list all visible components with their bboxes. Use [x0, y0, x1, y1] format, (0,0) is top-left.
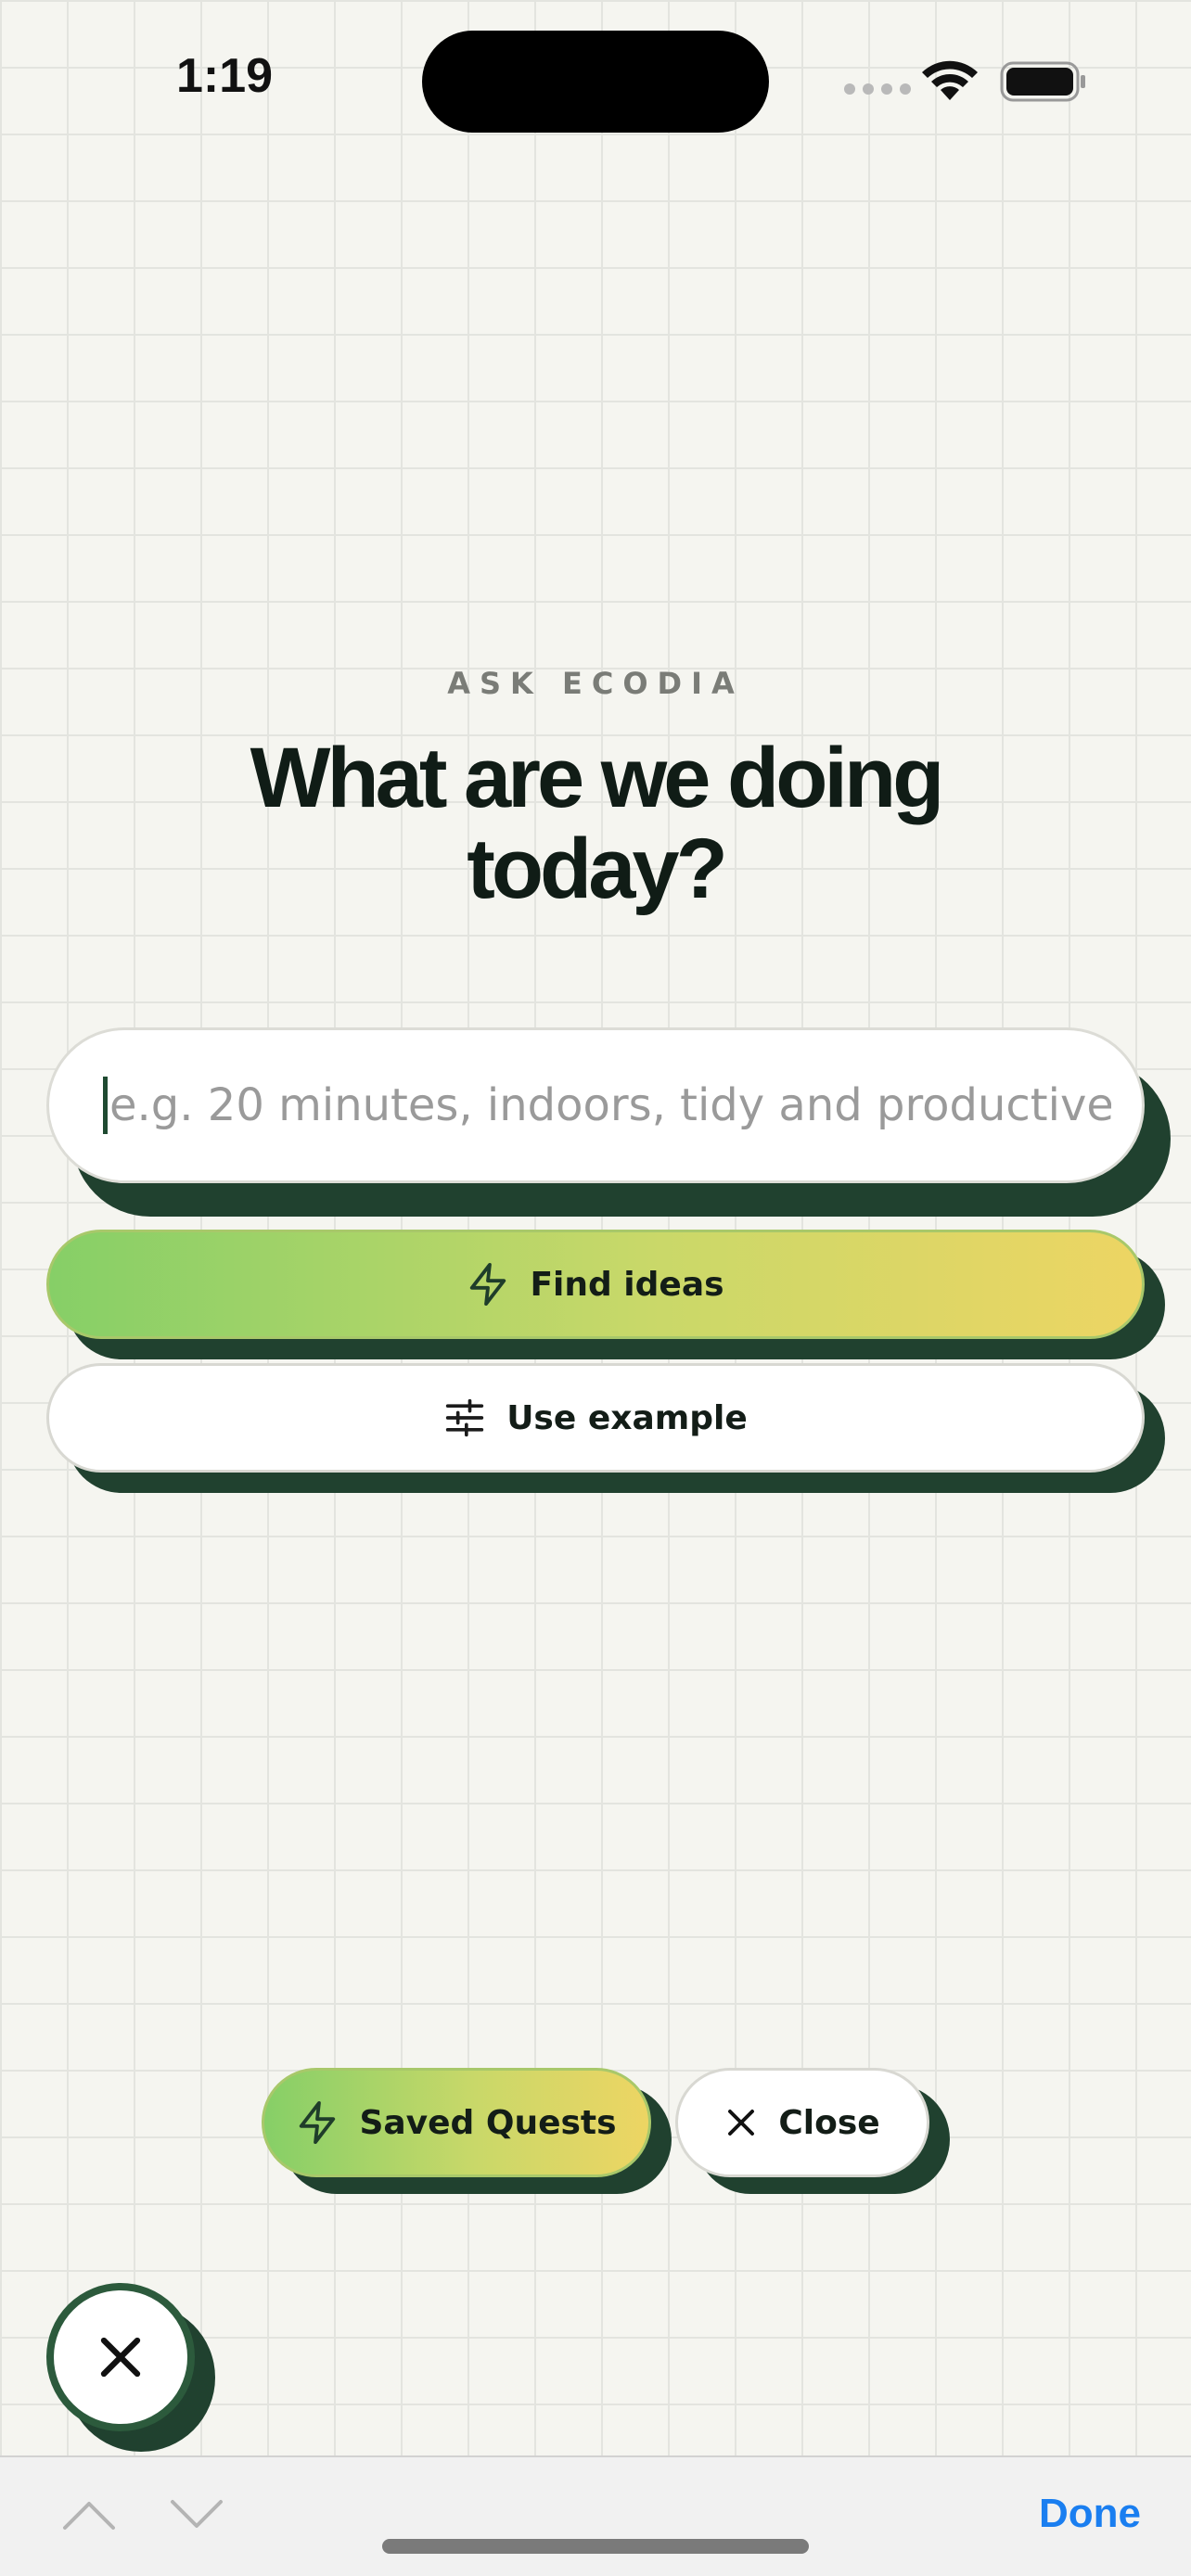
- cellular-signal-icon: [844, 83, 911, 95]
- lightning-icon: [300, 2101, 336, 2144]
- chevron-down-icon[interactable]: [169, 2498, 224, 2531]
- use-example-button[interactable]: Use example: [46, 1363, 1145, 1473]
- lightning-icon: [470, 1262, 506, 1306]
- close-label: Close: [778, 2103, 880, 2142]
- use-example-button-wrap: Use example: [46, 1363, 1165, 1493]
- chevron-up-icon[interactable]: [61, 2498, 117, 2531]
- prompt-input-container: [46, 1027, 1171, 1217]
- prompt-input-box[interactable]: [46, 1027, 1145, 1183]
- page-title: What are we doing today?: [250, 731, 945, 916]
- saved-quests-button-wrap: Saved Quests: [262, 2068, 672, 2194]
- battery-icon: [1000, 61, 1085, 102]
- floating-close-wrap: [46, 2283, 215, 2452]
- find-ideas-button-wrap: Find ideas: [46, 1230, 1165, 1359]
- done-button[interactable]: Done: [1039, 2491, 1141, 2537]
- use-example-label: Use example: [506, 1398, 748, 1437]
- status-time: 1:19: [176, 49, 274, 103]
- wifi-icon: [922, 60, 978, 100]
- keyboard-toolbar: Done: [0, 2455, 1191, 2576]
- prompt-input[interactable]: [109, 1079, 1111, 1131]
- find-ideas-label: Find ideas: [530, 1265, 724, 1304]
- close-button[interactable]: Close: [675, 2068, 929, 2177]
- saved-quests-button[interactable]: Saved Quests: [262, 2068, 651, 2177]
- dynamic-island: [422, 31, 769, 133]
- close-icon: [100, 2337, 141, 2378]
- find-ideas-button[interactable]: Find ideas: [46, 1230, 1145, 1339]
- eyebrow-label: ASK ECODIA: [447, 666, 744, 701]
- home-indicator: [382, 2539, 809, 2554]
- floating-close-button[interactable]: [46, 2283, 195, 2431]
- saved-quests-label: Saved Quests: [359, 2103, 617, 2142]
- sliders-icon: [446, 1398, 484, 1437]
- text-caret: [103, 1077, 108, 1134]
- close-icon: [728, 2110, 755, 2136]
- close-button-wrap: Close: [675, 2068, 950, 2194]
